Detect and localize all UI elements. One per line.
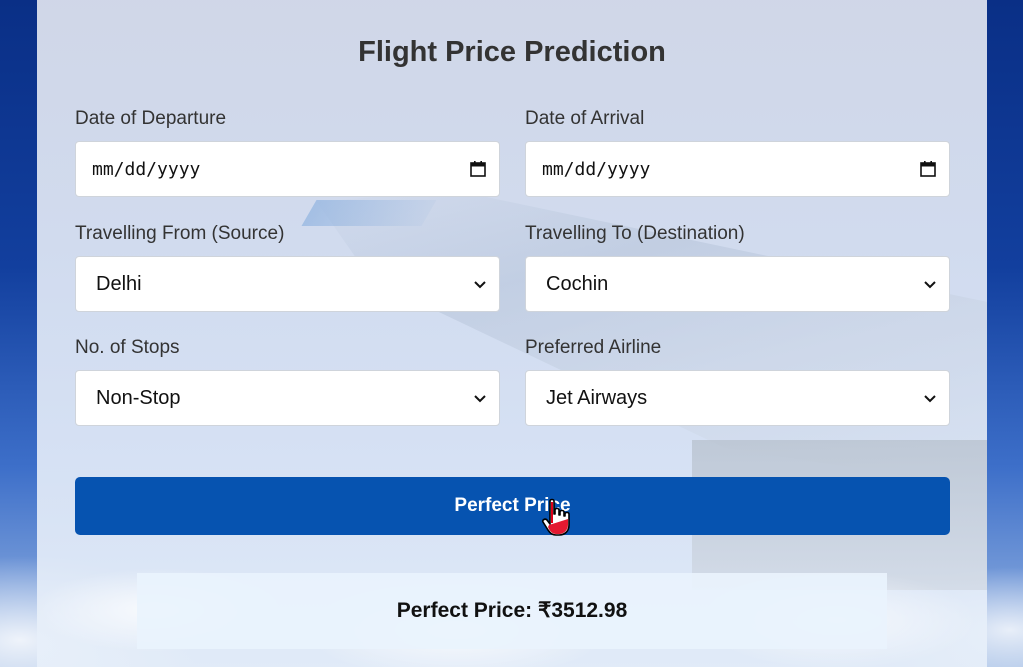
- stops-field: No. of Stops Non-Stop: [75, 337, 500, 426]
- airline-label: Preferred Airline: [525, 337, 662, 358]
- stops-label: No. of Stops: [75, 337, 180, 358]
- departure-date-placeholder: mm/dd/yyyy: [92, 158, 201, 180]
- arrival-date-placeholder: mm/dd/yyyy: [542, 158, 651, 180]
- departure-date-input[interactable]: mm/dd/yyyy: [75, 141, 500, 197]
- airline-select-value: Jet Airways: [546, 386, 648, 409]
- arrival-date-field: Date of Arrival mm/dd/yyyy: [525, 108, 950, 197]
- source-select[interactable]: Delhi: [75, 256, 500, 312]
- source-select-value: Delhi: [96, 272, 142, 295]
- calendar-icon[interactable]: [919, 160, 937, 178]
- hand-pointer-cursor-icon: [540, 497, 572, 537]
- chevron-down-icon: [473, 277, 487, 291]
- form-panel: Flight Price Prediction Date of Departur…: [37, 0, 987, 667]
- chevron-down-icon: [473, 391, 487, 405]
- perfect-price-button[interactable]: Perfect Price: [75, 477, 950, 535]
- airline-field: Preferred Airline Jet Airways: [525, 337, 950, 426]
- arrival-date-input[interactable]: mm/dd/yyyy: [525, 141, 950, 197]
- destination-field: Travelling To (Destination) Cochin: [525, 223, 950, 312]
- destination-select[interactable]: Cochin: [525, 256, 950, 312]
- airline-select[interactable]: Jet Airways: [525, 370, 950, 426]
- destination-select-value: Cochin: [546, 272, 609, 295]
- chevron-down-icon: [923, 277, 937, 291]
- page-title: Flight Price Prediction: [358, 36, 666, 68]
- predicted-price-result: Perfect Price: ₹3512.98: [137, 573, 887, 649]
- stops-select-value: Non-Stop: [96, 386, 181, 409]
- source-label: Travelling From (Source): [75, 223, 285, 244]
- arrival-date-label: Date of Arrival: [525, 108, 645, 129]
- destination-label: Travelling To (Destination): [525, 223, 745, 244]
- calendar-icon[interactable]: [469, 160, 487, 178]
- stops-select[interactable]: Non-Stop: [75, 370, 500, 426]
- departure-date-label: Date of Departure: [75, 108, 227, 129]
- chevron-down-icon: [923, 391, 937, 405]
- departure-date-field: Date of Departure mm/dd/yyyy: [75, 108, 500, 197]
- source-field: Travelling From (Source) Delhi: [75, 223, 500, 312]
